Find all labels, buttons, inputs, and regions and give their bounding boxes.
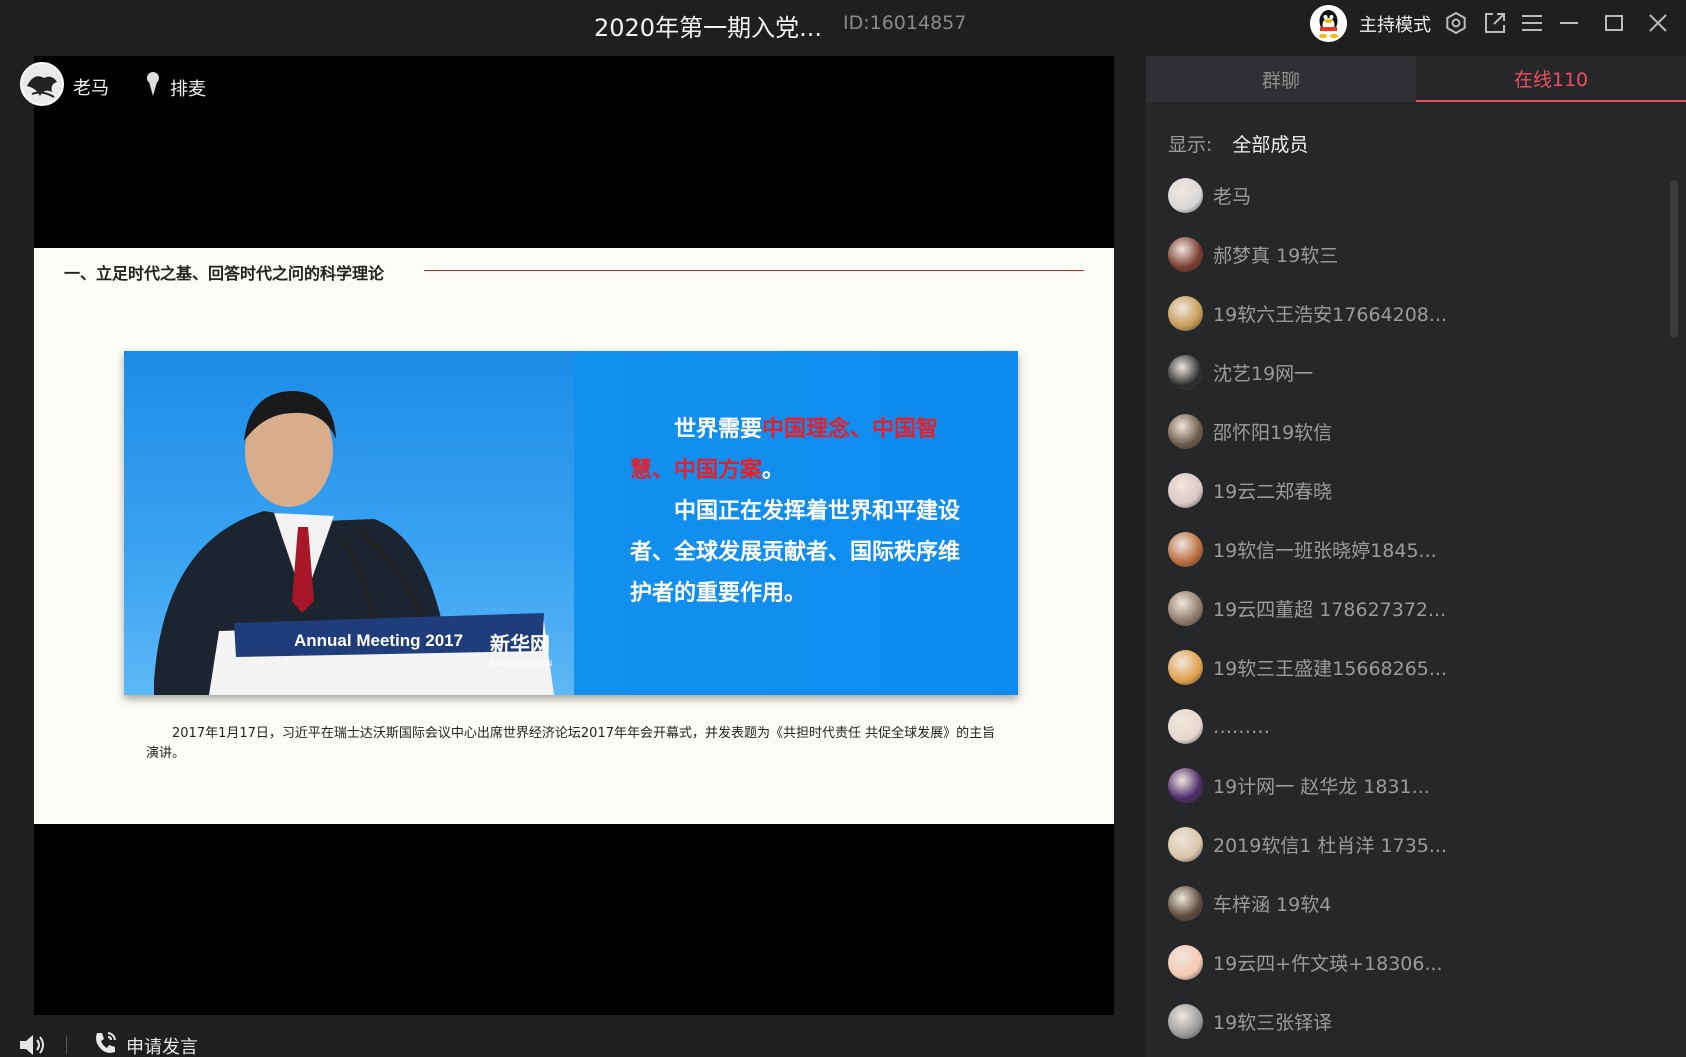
close-icon[interactable] — [1644, 9, 1672, 37]
watermark-url: WWW.NEWS.CN — [490, 659, 552, 668]
list-item[interactable]: 邵怀阳19软信 — [1146, 402, 1686, 461]
host-mode-label[interactable]: 主持模式 — [1359, 11, 1431, 37]
list-item[interactable]: 19云四+仵文瑛+18306... — [1146, 933, 1686, 992]
avatar — [1168, 178, 1203, 213]
member-name: 19计网一 赵华龙 1831... — [1213, 776, 1430, 798]
member-name: 邵怀阳19软信 — [1213, 422, 1333, 444]
member-name: 19软信一班张晓婷1845... — [1213, 540, 1437, 562]
minimize-icon[interactable] — [1555, 9, 1583, 37]
member-filter: 显示: 全部成员 — [1168, 130, 1308, 157]
avatar — [1168, 827, 1203, 862]
bottom-divider — [66, 1036, 67, 1054]
avatar — [1168, 237, 1203, 272]
member-name: 19云二郑春晓 — [1213, 481, 1333, 503]
list-item[interactable]: 沈艺19网一 — [1146, 343, 1686, 402]
member-panel: 群聊 在线110 显示: 全部成员 老马郝梦真 19软三 19软六王浩安17664… — [1146, 56, 1686, 1057]
member-name: 19软三张铎译 — [1213, 1012, 1333, 1034]
member-name: ……… — [1213, 715, 1270, 738]
speaker-volume-icon[interactable] — [18, 1032, 48, 1057]
request-speak-label: 申请发言 — [126, 1036, 198, 1057]
speaker-name: 老马 — [73, 78, 109, 99]
list-item[interactable]: 19软六王浩安17664208... — [1146, 284, 1686, 343]
tab-online[interactable]: 在线110 — [1416, 56, 1686, 102]
slide-banner: Annual Meeting 2017 新华网 WWW.NEWS.CN 世界需要… — [124, 351, 1018, 695]
popout-icon[interactable] — [1481, 9, 1509, 37]
avatar — [1168, 886, 1203, 921]
list-item[interactable]: ……… — [1146, 697, 1686, 756]
settings-icon[interactable] — [1442, 9, 1470, 37]
member-list-scrollbar[interactable] — [1670, 180, 1678, 338]
list-item[interactable]: 19计网一 赵华龙 1831... — [1146, 756, 1686, 815]
member-name: 郝梦真 19软三 — [1213, 245, 1339, 267]
member-name: 2019软信1 杜肖洋 1735... — [1213, 835, 1447, 857]
member-name: 沈艺19网一 — [1213, 363, 1314, 385]
menu-icon[interactable] — [1518, 9, 1546, 37]
avatar — [1168, 709, 1203, 744]
avatar — [1168, 945, 1203, 980]
list-item[interactable]: 19软三张铎译 — [1146, 992, 1686, 1051]
room-id: ID:16014857 — [843, 12, 967, 34]
avatar — [1168, 1004, 1203, 1039]
avatar — [1168, 355, 1203, 390]
presentation-slide: 一、立足时代之基、回答时代之问的科学理论 Annual Meeting 2017… — [34, 248, 1114, 824]
mic-icon[interactable] — [144, 72, 162, 102]
slide-caption: 2017年1月17日，习近平在瑞士达沃斯国际会议中心出席世界经济论坛2017年年… — [146, 724, 1006, 764]
member-list: 老马郝梦真 19软三 19软六王浩安17664208... 沈艺19网一 邵怀阳19软… — [1146, 166, 1686, 1051]
host-avatar[interactable] — [1310, 5, 1347, 42]
caption-text: 2017年1月17日，习近平在瑞士达沃斯国际会议中心出席世界经济论坛2017年年… — [146, 726, 996, 761]
avatar — [1168, 591, 1203, 626]
member-name: 车梓涵 19软4 — [1213, 894, 1332, 916]
window-title: 2020年第一期入党... — [594, 14, 822, 42]
maximize-icon[interactable] — [1600, 9, 1628, 37]
tab-group-chat[interactable]: 群聊 — [1146, 56, 1416, 102]
watermark-logo: 新华网 — [490, 632, 550, 656]
avatar — [1168, 532, 1203, 567]
member-name: 老马 — [1213, 186, 1252, 208]
banner-text-end: 。 — [762, 458, 785, 483]
avatar — [1168, 414, 1203, 449]
phone-icon — [92, 1030, 118, 1057]
list-item[interactable]: 19软三王盛建15668265... — [1146, 638, 1686, 697]
list-item[interactable]: 车梓涵 19软4 — [1146, 874, 1686, 933]
member-name: 19软六王浩安17664208... — [1213, 304, 1448, 326]
panel-tabs: 群聊 在线110 — [1146, 56, 1686, 102]
member-name: 19云四+仵文瑛+18306... — [1213, 953, 1443, 975]
list-item[interactable]: 19云四董超 178627372... — [1146, 579, 1686, 638]
podium-text: Annual Meeting 2017 — [294, 631, 463, 650]
avatar — [1168, 473, 1203, 508]
list-item[interactable]: 19软信一班张晓婷1845... — [1146, 520, 1686, 579]
filter-dropdown[interactable]: 全部成员 — [1232, 130, 1308, 157]
banner-text-second: 中国正在发挥着世界和平建设者、全球发展贡献者、国际秩序维护者的重要作用。 — [630, 499, 961, 606]
slide-divider — [424, 270, 1084, 271]
avatar — [1168, 296, 1203, 331]
banner-text-plain: 世界需要 — [674, 417, 763, 442]
avatar — [1168, 768, 1203, 803]
member-name: 19云四董超 178627372... — [1213, 599, 1447, 621]
avatar — [1168, 650, 1203, 685]
filter-label: 显示: — [1168, 134, 1213, 156]
list-item[interactable]: 19云二郑春晓 — [1146, 461, 1686, 520]
member-name: 19软三王盛建15668265... — [1213, 658, 1448, 680]
banner-quote: 世界需要中国理念、中国智慧、中国方案。 中国正在发挥着世界和平建设者、全球发展贡… — [630, 409, 960, 614]
list-item[interactable]: 老马 — [1146, 166, 1686, 225]
list-item[interactable]: 2019软信1 杜肖洋 1735... — [1146, 815, 1686, 874]
title-bar: 2020年第一期入党... ID:16014857 主持模式 — [0, 0, 1686, 48]
request-speak-button[interactable]: 申请发言 — [92, 1030, 198, 1057]
slide-heading: 一、立足时代之基、回答时代之问的科学理论 — [64, 264, 385, 283]
queue-label[interactable]: 排麦 — [170, 75, 206, 101]
speaker-photo: Annual Meeting 2017 新华网 WWW.NEWS.CN — [124, 351, 574, 695]
list-item[interactable]: 郝梦真 19软三 — [1146, 225, 1686, 284]
speaker-avatar[interactable] — [20, 62, 64, 106]
